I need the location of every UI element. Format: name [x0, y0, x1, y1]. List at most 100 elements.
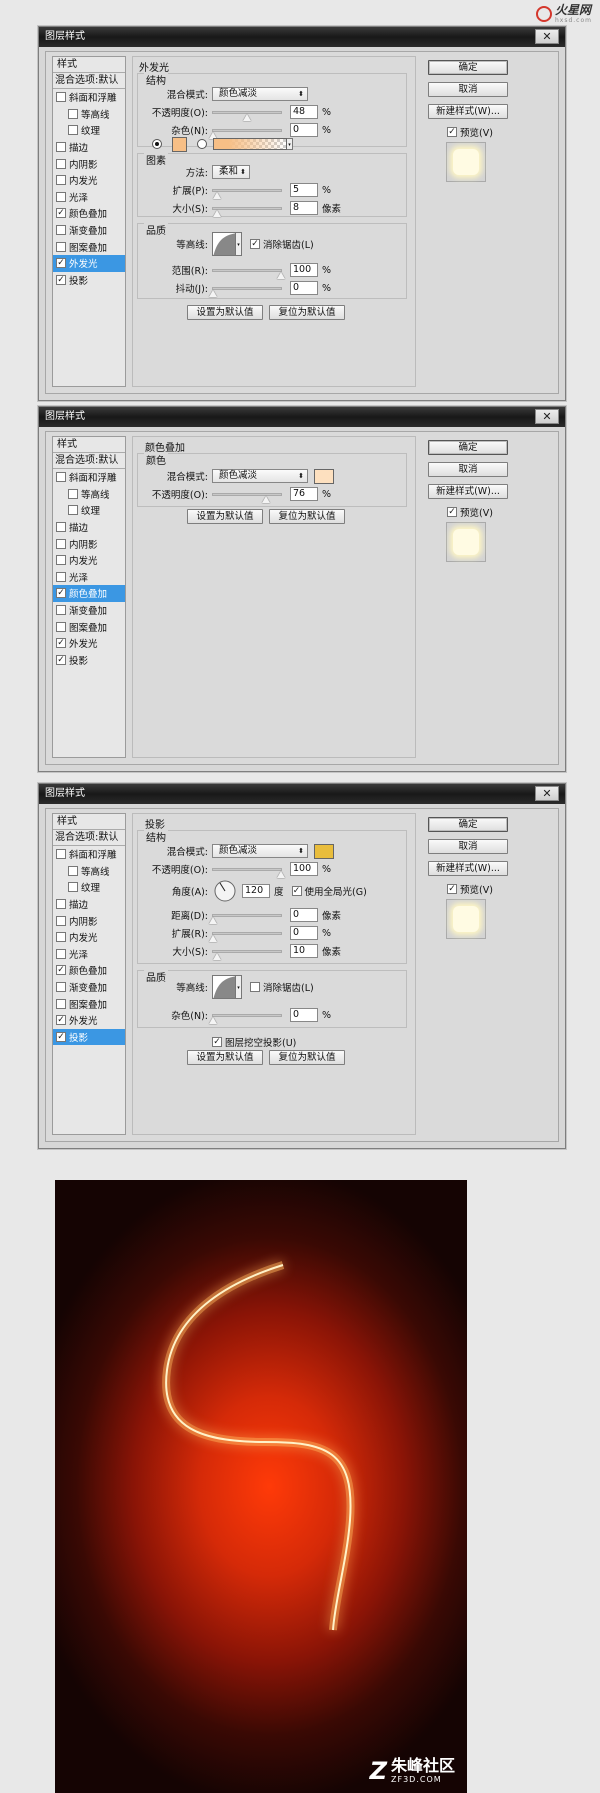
style-item[interactable]: ✓ 投影 — [53, 272, 125, 289]
reset-default-button[interactable]: 复位为默认值 — [269, 305, 345, 320]
style-item[interactable]: 等高线 — [53, 106, 125, 123]
size-slider[interactable] — [212, 206, 282, 217]
style-item[interactable]: ✓ 投影 — [53, 1028, 125, 1046]
opacity-input[interactable]: 100 — [290, 862, 318, 876]
opacity-input[interactable]: 48 — [290, 105, 318, 119]
new-style-button[interactable]: 新建样式(W)... — [428, 861, 508, 876]
style-item-checkbox[interactable] — [56, 915, 66, 926]
style-item-checkbox[interactable] — [56, 522, 66, 533]
style-item[interactable]: 描边 — [53, 896, 125, 913]
slider-knob[interactable] — [277, 271, 285, 279]
size-input[interactable]: 10 — [290, 944, 318, 958]
ok-button[interactable]: 确定 — [428, 440, 508, 455]
style-item[interactable]: 光泽 — [53, 946, 125, 963]
style-item-checkbox[interactable] — [56, 849, 66, 860]
size-input[interactable]: 8 — [290, 201, 318, 215]
opacity-slider[interactable] — [212, 492, 282, 503]
slider-knob[interactable] — [209, 289, 217, 297]
style-item[interactable]: 斜面和浮雕 — [53, 846, 125, 863]
contour-dropdown-icon[interactable]: ▾ — [236, 975, 242, 999]
opacity-slider[interactable] — [212, 110, 282, 121]
style-item[interactable]: ✓ 外发光 — [53, 1012, 125, 1029]
blend-mode-select[interactable]: 颜色减淡 ⬍ — [212, 469, 308, 483]
shadow-color-swatch[interactable] — [314, 843, 334, 859]
style-item-checkbox[interactable]: ✓ — [56, 208, 66, 219]
ok-button[interactable]: 确定 — [428, 817, 508, 832]
solid-color-radio[interactable] — [152, 139, 162, 149]
set-default-button[interactable]: 设置为默认值 — [187, 509, 263, 524]
spread-slider[interactable] — [209, 931, 282, 942]
antialias-checkbox[interactable]: ✓ — [250, 239, 260, 249]
style-item[interactable]: 描边 — [53, 139, 125, 156]
style-item[interactable]: ✓ 外发光 — [53, 635, 125, 652]
style-item[interactable]: 内阴影 — [53, 912, 125, 929]
distance-input[interactable]: 0 — [290, 908, 318, 922]
method-select[interactable]: 柔和 ⬍ — [212, 165, 250, 179]
style-item-checkbox[interactable] — [56, 225, 66, 236]
style-item-checkbox[interactable] — [56, 142, 66, 153]
gradient-radio[interactable] — [197, 139, 207, 149]
style-item-checkbox[interactable]: ✓ — [56, 274, 66, 285]
noise-slider[interactable] — [209, 128, 282, 139]
style-item-checkbox[interactable]: ✓ — [56, 588, 66, 599]
style-item-checkbox[interactable] — [56, 998, 66, 1009]
style-item-checkbox[interactable]: ✓ — [56, 654, 66, 665]
gradient-dropdown-icon[interactable]: ▾ — [287, 138, 293, 150]
reset-default-button[interactable]: 复位为默认值 — [269, 509, 345, 524]
style-item[interactable]: ✓ 投影 — [53, 652, 125, 669]
slider-knob[interactable] — [213, 191, 221, 199]
style-item[interactable]: 光泽 — [53, 189, 125, 206]
style-item-checkbox[interactable] — [56, 158, 66, 169]
range-input[interactable]: 100 — [290, 263, 318, 277]
preview-checkbox[interactable]: ✓ — [447, 127, 457, 137]
style-item[interactable]: 渐变叠加 — [53, 222, 125, 239]
set-default-button[interactable]: 设置为默认值 — [187, 1050, 263, 1065]
style-item-checkbox[interactable] — [68, 125, 78, 136]
style-item[interactable]: ✓ 外发光 — [53, 254, 125, 272]
style-item-checkbox[interactable] — [56, 241, 66, 252]
contour-dropdown-icon[interactable]: ▾ — [236, 232, 242, 256]
new-style-button[interactable]: 新建样式(W)... — [428, 104, 508, 119]
style-item-checkbox[interactable] — [68, 882, 78, 893]
style-item-checkbox[interactable] — [56, 555, 66, 566]
spread-input[interactable]: 5 — [290, 183, 318, 197]
slider-knob[interactable] — [262, 495, 270, 503]
glow-color-swatch[interactable] — [172, 136, 187, 152]
style-item[interactable]: 等高线 — [53, 486, 125, 503]
style-item-checkbox[interactable] — [56, 932, 66, 943]
style-item-checkbox[interactable] — [56, 621, 66, 632]
style-item-checkbox[interactable] — [56, 571, 66, 582]
style-item[interactable]: 斜面和浮雕 — [53, 89, 125, 106]
style-item-checkbox[interactable] — [56, 982, 66, 993]
style-item[interactable]: 图案叠加 — [53, 618, 125, 635]
blending-options-item[interactable]: 混合选项:默认 — [53, 453, 125, 469]
cancel-button[interactable]: 取消 — [428, 82, 508, 97]
slider-knob[interactable] — [277, 870, 285, 878]
range-slider[interactable] — [212, 268, 285, 279]
jitter-slider[interactable] — [209, 286, 282, 297]
style-item[interactable]: 内阴影 — [53, 155, 125, 172]
antialias-checkbox[interactable] — [250, 982, 260, 992]
style-item-checkbox[interactable] — [56, 538, 66, 549]
close-icon[interactable]: ✕ — [535, 29, 559, 44]
set-default-button[interactable]: 设置为默认值 — [187, 305, 263, 320]
style-item[interactable]: 光泽 — [53, 569, 125, 586]
slider-knob[interactable] — [243, 113, 251, 121]
style-item-checkbox[interactable] — [68, 505, 78, 516]
blend-mode-select[interactable]: 颜色减淡 ⬍ — [212, 87, 308, 101]
style-item-checkbox[interactable] — [68, 488, 78, 499]
slider-knob[interactable] — [213, 952, 221, 960]
style-item-checkbox[interactable]: ✓ — [56, 258, 66, 269]
style-item[interactable]: 纹理 — [53, 502, 125, 519]
style-item[interactable]: 斜面和浮雕 — [53, 469, 125, 486]
contour-picker[interactable] — [212, 232, 236, 256]
style-item[interactable]: 渐变叠加 — [53, 979, 125, 996]
style-item-checkbox[interactable] — [56, 605, 66, 616]
slider-knob[interactable] — [209, 1016, 217, 1024]
blending-options-item[interactable]: 混合选项:默认 — [53, 73, 125, 89]
style-item-checkbox[interactable]: ✓ — [56, 1031, 66, 1042]
style-item[interactable]: 渐变叠加 — [53, 602, 125, 619]
style-item[interactable]: 等高线 — [53, 863, 125, 880]
contour-picker[interactable] — [212, 975, 236, 999]
style-item-checkbox[interactable] — [56, 175, 66, 186]
